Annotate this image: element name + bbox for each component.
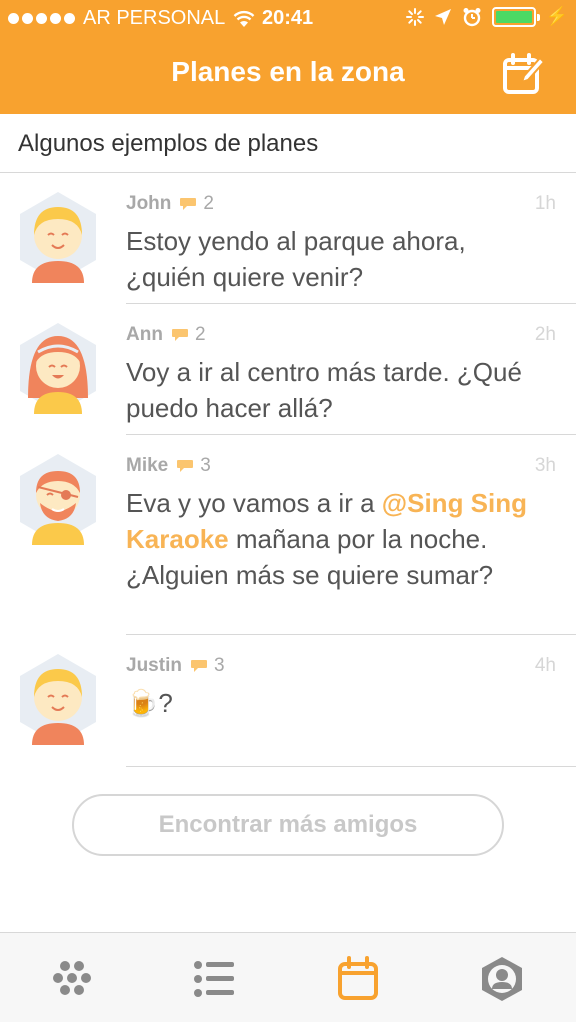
status-bar: AR PERSONAL 20:41 ⚡ [0,0,576,38]
signal-dots-icon [8,13,75,24]
post-text: Voy a ir al centro más tarde. ¿Qué puedo… [126,357,522,423]
tab-grid[interactable] [48,955,96,1003]
beer-emoji-icon: 🍺 [126,688,159,718]
activity-spinner-icon [405,7,424,26]
comment-count: 3 [213,655,225,676]
post-text-before: Eva y yo vamos a ir a [126,488,382,518]
comment-bubble-icon [190,660,207,672]
post-meta: Ann 2 [126,324,206,346]
post-author[interactable]: Justin [126,655,182,677]
grid-dots-icon [53,961,91,995]
post-meta: Justin 3 [126,655,225,677]
comment-count: 2 [203,193,214,214]
post-time: 3h [534,455,556,476]
blonde-avatar [20,654,96,745]
location-arrow-icon [434,8,451,25]
status-time: 20:41 [262,7,314,29]
wifi-icon [233,10,255,27]
tab-bar [0,932,576,1022]
section-header-label: Algunos ejemplos de planes [18,130,319,157]
calendar-icon [338,956,378,1000]
redhead-girl-avatar [20,323,96,414]
blonde-avatar [20,192,96,283]
comment-count: 3 [200,455,211,476]
comment-count: 2 [194,324,206,345]
post-time: 2h [534,324,556,345]
post-author[interactable]: John [126,193,171,215]
comment-bubble-icon [177,460,194,472]
list-item[interactable]: Justin 3 4h 🍺? [0,635,576,767]
divider [126,766,576,767]
tab-list[interactable] [190,955,238,1003]
pirate-avatar [20,454,96,545]
post-text-body: ? [158,688,173,718]
post-time: 1h [534,193,556,214]
calendar-compose-icon[interactable] [502,52,546,96]
top-bar: AR PERSONAL 20:41 ⚡ Planes en la zona [0,0,576,114]
post-text: 🍺? [126,685,546,721]
charging-bolt-icon: ⚡ [545,6,568,26]
list-item[interactable]: Ann 2 2h Voy a ir al centro más tarde. ¿… [0,304,576,435]
status-left: AR PERSONAL [8,7,263,30]
plans-feed: John 2 1h Estoy yendo al parque ahora, ¿… [0,173,576,767]
battery-icon [491,6,540,27]
post-time: 4h [534,655,556,676]
list-item[interactable]: Mike 3 3h Eva y yo vamos a ir a @Sing Si… [0,435,576,635]
status-right: ⚡ [405,6,568,27]
list-item[interactable]: John 2 1h Estoy yendo al parque ahora, ¿… [0,173,576,304]
post-author[interactable]: Mike [126,455,168,477]
comment-bubble-icon [180,198,197,210]
post-author[interactable]: Ann [126,324,163,346]
alarm-clock-icon [463,7,481,26]
page-title: Planes en la zona [171,56,405,87]
tab-profile[interactable] [478,955,526,1003]
profile-icon [482,957,522,1001]
post-meta: Mike 3 [126,455,211,477]
list-icon [194,961,234,997]
post-meta: John 2 [126,193,214,215]
tab-calendar[interactable] [334,955,382,1003]
post-text: Eva y yo vamos a ir a @Sing Sing Karaoke… [126,485,546,593]
carrier-name: AR PERSONAL [83,7,226,29]
post-text: Estoy yendo al parque ahora, ¿quién quie… [126,226,466,292]
comment-bubble-icon [171,329,188,341]
section-header: Algunos ejemplos de planes [0,114,576,173]
find-more-friends-button[interactable]: Encontrar más amigos [72,794,504,856]
